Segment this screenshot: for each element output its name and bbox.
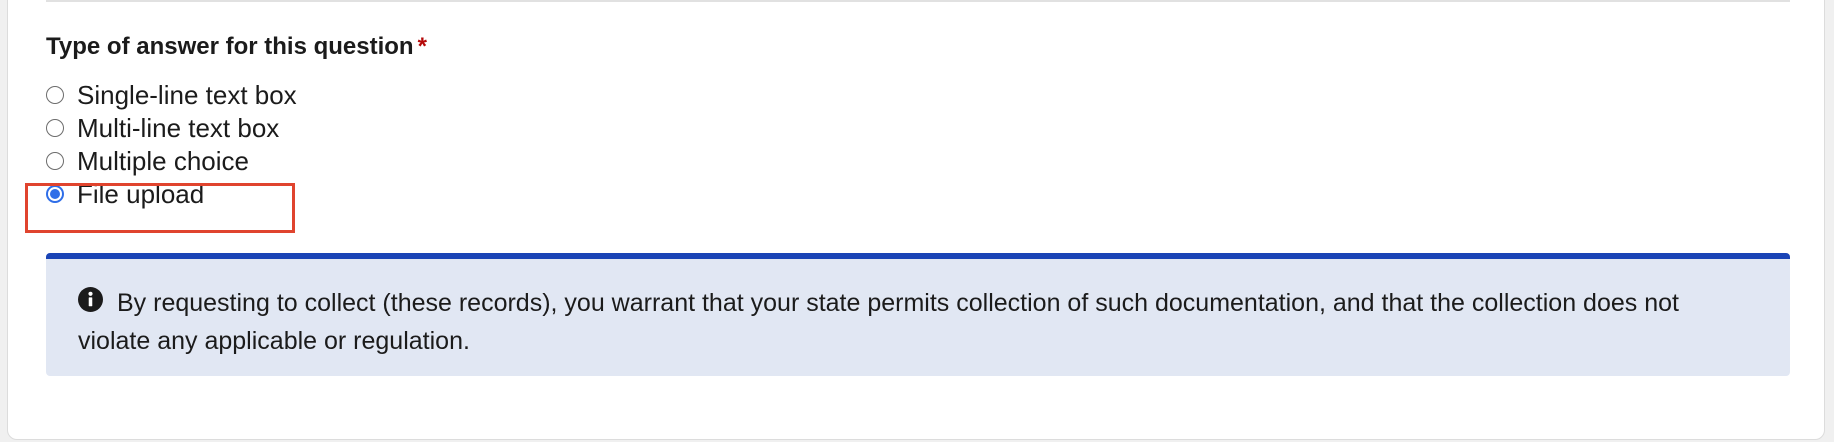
- question-label: Type of answer for this question *: [46, 32, 427, 62]
- radio-multi-line-text-box[interactable]: [46, 119, 64, 137]
- notice-text-block: By requesting to collect (these records)…: [78, 284, 1758, 360]
- radio-selected-dot: [50, 189, 60, 199]
- radio-file-upload[interactable]: [46, 185, 64, 203]
- radio-multiple-choice[interactable]: [46, 152, 64, 170]
- info-notice: By requesting to collect (these records)…: [46, 253, 1790, 376]
- option-label: File upload: [77, 179, 205, 209]
- notice-text: By requesting to collect (these records)…: [78, 289, 1679, 355]
- question-label-text: Type of answer for this question: [46, 33, 414, 60]
- radio-single-line-text-box[interactable]: [46, 86, 64, 104]
- required-asterisk: *: [417, 33, 427, 60]
- section-divider: [46, 0, 1790, 2]
- option-file-upload[interactable]: File upload: [46, 175, 204, 213]
